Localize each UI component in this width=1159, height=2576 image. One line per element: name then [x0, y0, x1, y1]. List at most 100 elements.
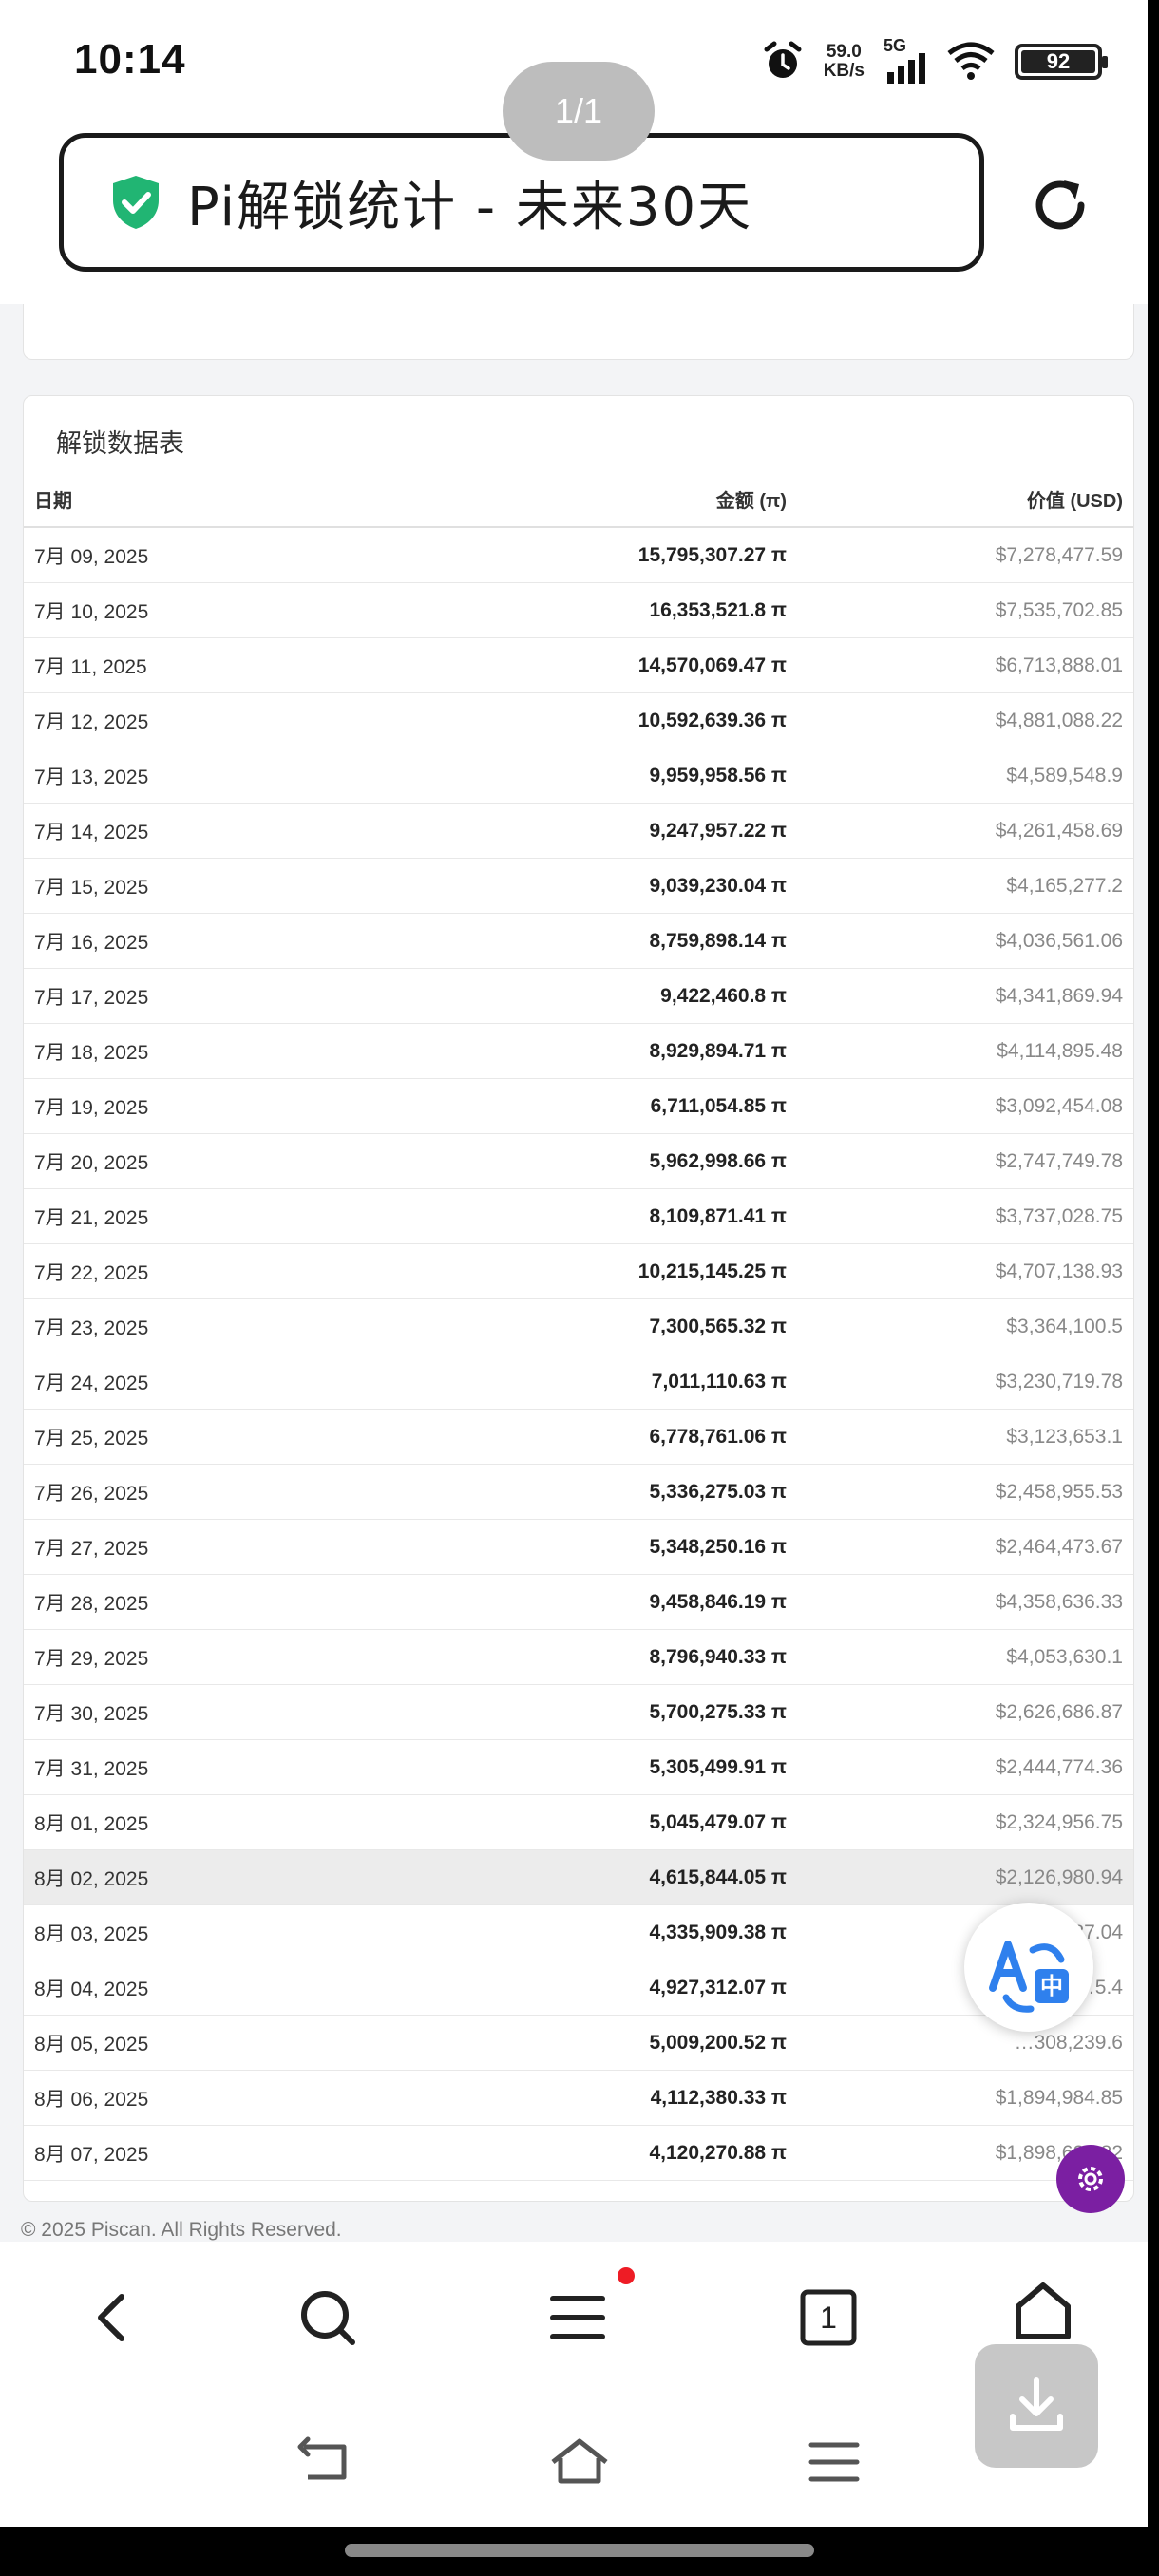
- translate-icon: 中: [989, 1941, 1069, 2013]
- translate-button[interactable]: 中: [964, 1903, 1093, 2032]
- row-value: $3,737,028.75: [797, 1188, 1133, 1244]
- back-icon[interactable]: [84, 2287, 144, 2348]
- row-date: 7月 14, 2025: [24, 803, 330, 859]
- system-recents-icon[interactable]: [804, 2432, 864, 2492]
- row-amount: 9,247,957.22 π: [330, 803, 797, 859]
- row-date: 7月 29, 2025: [24, 1629, 330, 1685]
- row-amount: 5,045,479.07 π: [330, 1794, 797, 1850]
- row-value: $3,364,100.5: [797, 1298, 1133, 1354]
- system-back-icon[interactable]: [294, 2432, 355, 2492]
- row-date: 7月 23, 2025: [24, 1298, 330, 1354]
- status-icons: 59.0 KB/s 5G 92: [761, 36, 1108, 85]
- page-counter: 1/1: [503, 62, 655, 161]
- menu-icon[interactable]: [547, 2287, 608, 2348]
- row-value: $7,278,477.59: [797, 527, 1133, 583]
- row-amount: 4,615,844.05 π: [330, 1849, 797, 1905]
- row-date: 7月 27, 2025: [24, 1519, 330, 1575]
- reload-icon[interactable]: [1026, 171, 1094, 239]
- row-date: 8月 02, 2025: [24, 1849, 330, 1905]
- row-value: $3,230,719.78: [797, 1354, 1133, 1410]
- tabs-button[interactable]: 1: [798, 2287, 859, 2348]
- row-amount: 5,009,200.52 π: [330, 2015, 797, 2071]
- row-date: 7月 17, 2025: [24, 968, 330, 1024]
- row-amount: 5,305,499.91 π: [330, 1739, 797, 1795]
- row-amount: 9,458,846.19 π: [330, 1574, 797, 1630]
- row-amount: 5,962,998.66 π: [330, 1133, 797, 1189]
- row-date: 7月 16, 2025: [24, 913, 330, 969]
- row-date: 7月 24, 2025: [24, 1354, 330, 1410]
- table-row: 7月 24, 2025 7,011,110.63 π $3,230,719.78: [24, 1354, 1133, 1410]
- table-row: 7月 30, 2025 5,700,275.33 π $2,626,686.87: [24, 1684, 1133, 1740]
- row-amount: 8,109,871.41 π: [330, 1188, 797, 1244]
- row-date: 8月 06, 2025: [24, 2070, 330, 2126]
- signal-group: 5G: [884, 36, 927, 84]
- battery-level: 92: [1021, 50, 1095, 73]
- previous-card: [23, 304, 1134, 360]
- table-title: 解锁数据表: [56, 429, 184, 458]
- home-indicator[interactable]: [345, 2544, 814, 2557]
- table-row: 7月 31, 2025 5,305,499.91 π $2,444,774.36: [24, 1739, 1133, 1795]
- table-row: 7月 19, 2025 6,711,054.85 π $3,092,454.08: [24, 1078, 1133, 1134]
- row-value: $7,535,702.85: [797, 582, 1133, 638]
- row-value: $4,165,277.2: [797, 858, 1133, 914]
- tab-count: 1: [820, 2301, 837, 2335]
- row-date: 7月 10, 2025: [24, 582, 330, 638]
- row-amount: 4,335,909.38 π: [330, 1904, 797, 1960]
- row-amount: 4,927,312.07 π: [330, 1960, 797, 2016]
- download-button[interactable]: [975, 2344, 1098, 2468]
- row-value: $2,126,980.94: [797, 1849, 1133, 1905]
- row-date: 7月 22, 2025: [24, 1243, 330, 1299]
- table-row: 7月 11, 2025 14,570,069.47 π $6,713,888.01: [24, 637, 1133, 693]
- row-amount: 8,759,898.14 π: [330, 913, 797, 969]
- row-date: 8月 04, 2025: [24, 1960, 330, 2016]
- table-row: 8月 01, 2025 5,045,479.07 π $2,324,956.75: [24, 1794, 1133, 1850]
- table-row: 7月 25, 2025 6,778,761.06 π $3,123,653.1: [24, 1409, 1133, 1465]
- battery-icon: 92: [1015, 44, 1108, 80]
- row-value: $4,707,138.93: [797, 1243, 1133, 1299]
- table-row: 7月 18, 2025 8,929,894.71 π $4,114,895.48: [24, 1023, 1133, 1079]
- svg-text:中: 中: [1040, 1973, 1063, 1999]
- row-amount: 7,011,110.63 π: [330, 1354, 797, 1410]
- gear-icon: [1078, 2167, 1103, 2191]
- row-amount: 5,700,275.33 π: [330, 1684, 797, 1740]
- row-value: $2,626,686.87: [797, 1684, 1133, 1740]
- row-amount: 6,711,054.85 π: [330, 1078, 797, 1134]
- row-amount: 16,353,521.8 π: [330, 582, 797, 638]
- net-speed: 59.0 KB/s: [824, 43, 864, 81]
- table-row: 8月 02, 2025 4,615,844.05 π $2,126,980.94: [24, 1849, 1133, 1905]
- table-row: 7月 12, 2025 10,592,639.36 π $4,881,088.22: [24, 692, 1133, 748]
- table-row: 7月 26, 2025 5,336,275.03 π $2,458,955.53: [24, 1464, 1133, 1520]
- row-date: 7月 31, 2025: [24, 1739, 330, 1795]
- address-bar[interactable]: Pi解锁统计 - 未来30天: [59, 133, 984, 272]
- home-icon[interactable]: [1013, 2280, 1074, 2340]
- row-value: $4,881,088.22: [797, 692, 1133, 748]
- settings-fab[interactable]: [1056, 2145, 1125, 2213]
- table-row: 7月 22, 2025 10,215,145.25 π $4,707,138.93: [24, 1243, 1133, 1299]
- row-amount: 10,215,145.25 π: [330, 1243, 797, 1299]
- row-date: 7月 28, 2025: [24, 1574, 330, 1630]
- table-row: 7月 27, 2025 5,348,250.16 π $2,464,473.67: [24, 1519, 1133, 1575]
- row-date: 8月 07, 2025: [24, 2125, 330, 2181]
- row-value: $2,747,749.78: [797, 1133, 1133, 1189]
- row-date: 7月 11, 2025: [24, 637, 330, 693]
- signal-icon: [887, 53, 925, 84]
- table-row: 7月 17, 2025 9,422,460.8 π $4,341,869.94: [24, 968, 1133, 1024]
- table-row: 7月 21, 2025 8,109,871.41 π $3,737,028.75: [24, 1188, 1133, 1244]
- net-speed-unit: KB/s: [823, 61, 864, 81]
- search-icon[interactable]: [297, 2287, 358, 2348]
- row-value: $3,092,454.08: [797, 1078, 1133, 1134]
- row-amount: 5,336,275.03 π: [330, 1464, 797, 1520]
- header-value: 价值 (USD): [797, 472, 1133, 528]
- row-date: 7月 26, 2025: [24, 1464, 330, 1520]
- download-icon: [1010, 2377, 1063, 2431]
- row-amount: 5,348,250.16 π: [330, 1519, 797, 1575]
- alarm-icon: [764, 41, 802, 78]
- row-date: 7月 25, 2025: [24, 1409, 330, 1465]
- row-value: $4,589,548.9: [797, 748, 1133, 804]
- row-value: $4,053,630.1: [797, 1629, 1133, 1685]
- table-row: 7月 29, 2025 8,796,940.33 π $4,053,630.1: [24, 1629, 1133, 1685]
- screen-edge: [1148, 0, 1159, 2576]
- system-home-icon[interactable]: [549, 2432, 610, 2492]
- row-date: 8月 03, 2025: [24, 1904, 330, 1960]
- table-row: 7月 13, 2025 9,959,958.56 π $4,589,548.9: [24, 748, 1133, 804]
